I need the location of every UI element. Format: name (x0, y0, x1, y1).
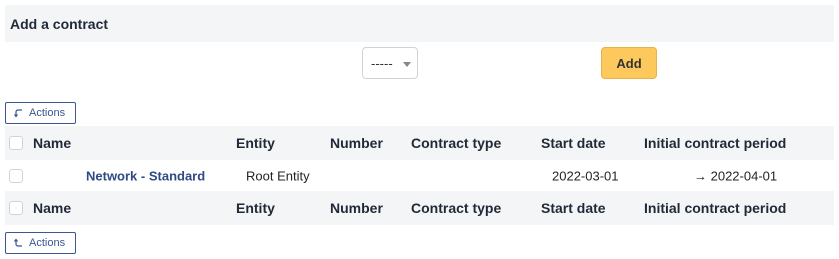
column-footer-entity[interactable]: Entity (236, 200, 275, 216)
add-button-label: Add (616, 55, 642, 71)
select-all-checkbox[interactable] (9, 136, 23, 150)
column-header-number[interactable]: Number (330, 135, 383, 151)
column-header-start-date[interactable]: Start date (541, 135, 606, 151)
table-header: Name Entity Number Contract type Start d… (5, 126, 834, 160)
column-header-contract-type[interactable]: Contract type (411, 135, 501, 151)
contract-select[interactable]: ----- (362, 47, 418, 79)
column-footer-contract-type[interactable]: Contract type (411, 200, 501, 216)
column-footer-name[interactable]: Name (33, 200, 71, 216)
add-button[interactable]: Add (601, 47, 657, 79)
table-row: Network - Standard Root Entity 2022-03-0… (5, 160, 834, 191)
corner-arrow-down-left-icon (14, 109, 22, 118)
contract-name-link[interactable]: Network - Standard (86, 168, 205, 183)
table-footer: Name Entity Number Contract type Start d… (5, 191, 834, 225)
actions-label: Actions (29, 107, 66, 119)
contract-select-value: ----- (371, 55, 393, 71)
section-header: Add a contract (5, 5, 834, 42)
actions-button-top[interactable]: Actions (5, 102, 76, 124)
row-start-date: 2022-03-01 (552, 168, 619, 183)
row-initial-period: → 2022-04-01 (694, 168, 778, 183)
corner-arrow-up-left-icon (14, 238, 22, 247)
column-footer-initial-period[interactable]: Initial contract period (644, 200, 786, 216)
chevron-down-icon (403, 62, 411, 67)
column-footer-start-date[interactable]: Start date (541, 200, 606, 216)
column-header-entity[interactable]: Entity (236, 135, 275, 151)
column-footer-number[interactable]: Number (330, 200, 383, 216)
actions-button-bottom[interactable]: Actions (5, 232, 76, 254)
section-title: Add a contract (10, 15, 109, 32)
actions-label-bottom: Actions (29, 237, 66, 249)
row-checkbox[interactable] (9, 168, 23, 183)
row-entity: Root Entity (246, 168, 310, 183)
select-all-checkbox-bottom[interactable] (9, 201, 23, 215)
column-header-initial-period[interactable]: Initial contract period (644, 135, 786, 151)
column-header-name[interactable]: Name (33, 135, 71, 151)
